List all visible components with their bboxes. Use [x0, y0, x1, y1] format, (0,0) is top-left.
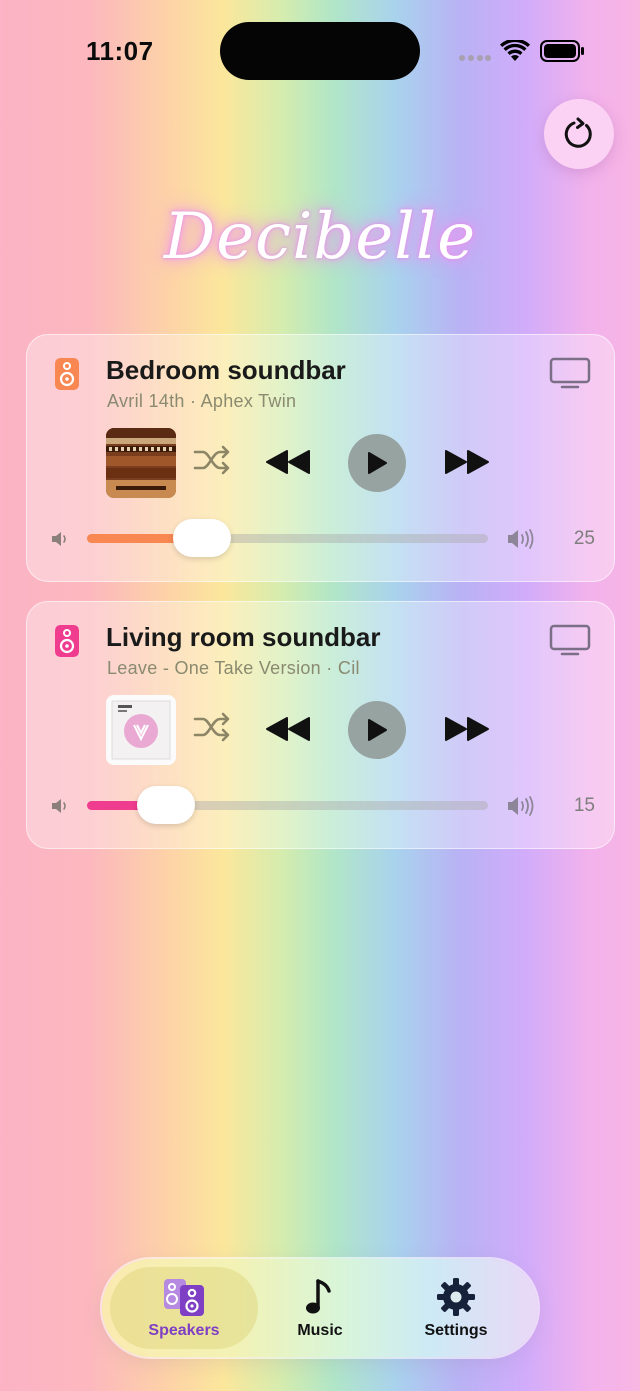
play-button[interactable] [348, 701, 406, 759]
tv-icon[interactable] [549, 357, 591, 389]
rewind-icon[interactable] [265, 449, 311, 475]
speaker-icon [55, 358, 79, 390]
speakers-icon [164, 1279, 204, 1316]
volume-value: 15 [573, 795, 595, 816]
cellular-signal-icon [459, 55, 491, 61]
volume-low-icon [52, 532, 66, 546]
fast-forward-icon[interactable] [444, 449, 490, 475]
volume-high-icon [508, 529, 534, 549]
album-art [106, 428, 176, 498]
volume-slider[interactable] [87, 519, 488, 557]
speaker-name: Living room soundbar [106, 622, 381, 652]
shuffle-icon[interactable] [193, 712, 231, 742]
fast-forward-icon[interactable] [444, 716, 490, 742]
speaker-card-living-room: Living room soundbar Leave - One Take Ve… [26, 601, 615, 849]
tab-speakers[interactable]: Speakers [114, 1259, 254, 1357]
volume-fill [87, 534, 187, 543]
volume-high-icon [508, 796, 534, 816]
refresh-icon [564, 117, 592, 148]
wifi-icon [500, 40, 530, 61]
now-playing: Leave - One Take Version · Cil [107, 658, 360, 678]
album-art [106, 695, 176, 765]
tab-label: Settings [424, 1322, 488, 1339]
tv-icon[interactable] [549, 624, 591, 656]
tab-music[interactable]: Music [250, 1259, 390, 1357]
refresh-button[interactable] [544, 99, 614, 169]
music-note-icon [306, 1279, 331, 1314]
tab-bar: Speakers Music Settings [102, 1259, 538, 1357]
speaker-card-bedroom: Bedroom soundbar Avril 14th · Aphex Twin [26, 334, 615, 582]
tab-label: Speakers [148, 1322, 220, 1339]
volume-thumb[interactable] [173, 519, 231, 557]
volume-low-icon [52, 799, 66, 813]
battery-icon [540, 40, 584, 62]
play-icon [368, 719, 387, 741]
volume-slider[interactable] [87, 786, 488, 824]
volume-thumb[interactable] [137, 786, 195, 824]
play-button[interactable] [348, 434, 406, 492]
app-logo: Decibelle [163, 200, 477, 274]
volume-value: 25 [573, 528, 595, 549]
status-time: 11:07 [86, 36, 154, 66]
shuffle-icon[interactable] [193, 445, 231, 475]
status-bar: 11:07 [0, 0, 640, 100]
tab-label: Music [297, 1322, 343, 1339]
dynamic-island [220, 22, 420, 80]
now-playing: Avril 14th · Aphex Twin [107, 391, 297, 411]
tab-settings[interactable]: Settings [386, 1259, 526, 1357]
speaker-icon [55, 625, 79, 657]
rewind-icon[interactable] [265, 716, 311, 742]
gear-icon [437, 1278, 475, 1316]
play-icon [368, 452, 387, 474]
speaker-name: Bedroom soundbar [106, 355, 346, 385]
